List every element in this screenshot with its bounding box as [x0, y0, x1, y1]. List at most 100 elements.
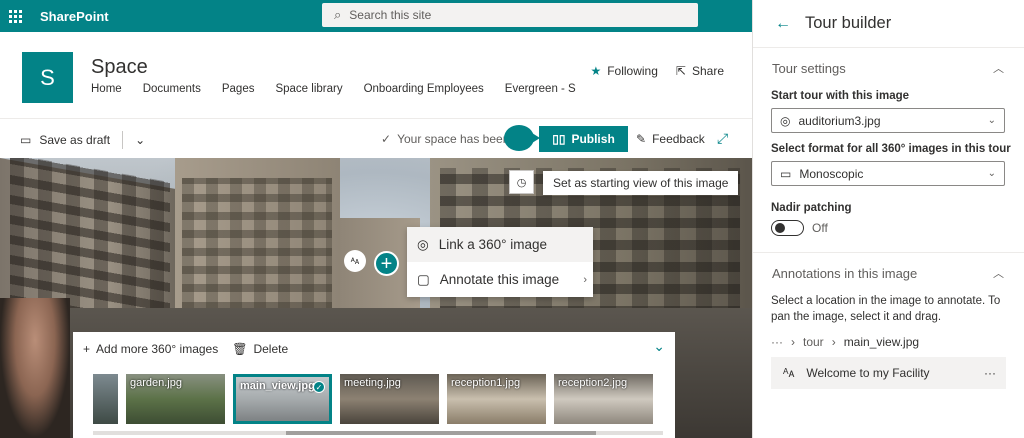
add-more-label: Add more 360° images [96, 342, 219, 356]
save-icon: ▭ [20, 133, 32, 147]
divider [753, 252, 1024, 253]
plus-icon: + [83, 342, 91, 356]
pane-header: ← Tour builder [753, 0, 1024, 48]
delete-button[interactable]: 🗑 Delete [232, 342, 288, 356]
add-more-images-button[interactable]: + Add more 360° images [83, 342, 218, 356]
divider [122, 131, 124, 149]
filmstrip-toolbar: + Add more 360° images 🗑 Delete [83, 342, 288, 356]
breadcrumb-item-tour[interactable]: tour [803, 335, 824, 349]
chevron-down-icon[interactable]: ⌄ [653, 338, 665, 355]
site-title[interactable]: Space [91, 56, 148, 79]
tour-settings-header[interactable]: Tour settings ︿ [753, 50, 1024, 86]
annotation-list-item[interactable]: ᴬᴀ Welcome to my Facility ··· [771, 357, 1006, 389]
checkmark-icon: ✓ [381, 132, 392, 146]
suite-bar: SharePoint ⌕ Search this site [0, 0, 752, 32]
share-button[interactable]: ⇱ Share [676, 64, 724, 78]
book-icon: ▯▯ [552, 132, 566, 146]
person-foreground [0, 298, 70, 438]
checkmark-icon: ✓ [313, 381, 325, 393]
set-start-view-button[interactable]: ◷ [509, 170, 534, 194]
annotation-item-label: Welcome to my Facility [806, 366, 930, 380]
menu-item-annotate[interactable]: ▢ Annotate this image › [407, 262, 593, 297]
back-arrow-icon[interactable]: ← [775, 15, 791, 33]
annotations-header[interactable]: Annotations in this image ︿ [753, 255, 1024, 291]
text-icon: ᴬᴀ [783, 366, 795, 380]
nadir-toggle[interactable] [771, 220, 804, 236]
nadir-state: Off [812, 221, 828, 235]
header-actions: ★ Following ⇱ Share [590, 64, 724, 78]
breadcrumb-overflow[interactable]: ··· [771, 335, 783, 349]
toggle-knob [775, 223, 785, 233]
thumbnail[interactable]: reception1.jpg [447, 374, 546, 424]
chevron-down-icon[interactable]: ⌄ [135, 133, 145, 147]
annotations-help: Select a location in the image to annota… [771, 295, 1001, 323]
tour-settings-label: Tour settings [772, 60, 846, 76]
thumbnail[interactable] [93, 374, 118, 424]
format-dropdown[interactable]: ▭ Monoscopic ⌄ [771, 161, 1005, 186]
nav-item-home[interactable]: Home [91, 83, 122, 95]
clock-icon: ◷ [516, 176, 527, 189]
start-image-dropdown[interactable]: ◎ auditorium3.jpg ⌄ [771, 108, 1005, 133]
chevron-down-icon: ⌄ [987, 115, 996, 126]
start-image-value: auditorium3.jpg [798, 113, 881, 128]
share-label: Share [691, 64, 724, 78]
thumbnail-label: main_view.jpg [240, 380, 315, 392]
share-icon: ⇱ [675, 64, 686, 78]
start-image-label: Start tour with this image [771, 90, 910, 102]
thumbnail[interactable]: reception2.jpg [554, 374, 653, 424]
search-input[interactable]: ⌕ Search this site [322, 3, 698, 27]
site-logo[interactable]: S [22, 52, 73, 103]
status-text: Your space has been [397, 132, 510, 146]
menu-item-link-360[interactable]: ◎ Link a 360° image [407, 227, 593, 262]
nav-item-onboarding[interactable]: Onboarding Employees [364, 83, 484, 95]
search-placeholder: Search this site [349, 8, 432, 22]
thumbnail[interactable]: meeting.jpg [340, 374, 439, 424]
following-button[interactable]: ★ Following [590, 64, 657, 78]
site-nav: Home Documents Pages Space library Onboa… [91, 83, 576, 95]
star-icon: ★ [590, 64, 602, 78]
save-draft-group: ▭ Save as draft ⌄ [20, 131, 145, 149]
nadir-label: Nadir patching [771, 202, 852, 214]
save-draft-button[interactable]: Save as draft [39, 133, 110, 147]
set-start-view-tooltip: Set as starting view of this image [543, 171, 739, 195]
nav-item-evergreen[interactable]: Evergreen - Sta [505, 83, 576, 95]
feedback-button[interactable]: ✎ Feedback [636, 132, 705, 146]
feedback-icon: ✎ [636, 132, 647, 146]
app-launcher-button[interactable] [0, 0, 30, 32]
publish-button[interactable]: ▯▯ Publish [539, 126, 628, 152]
nav-item-pages[interactable]: Pages [222, 83, 255, 95]
feedback-label: Feedback [652, 132, 705, 146]
format-label: Select format for all 360° images in thi… [771, 143, 1011, 155]
annotation-icon: ᴬᴀ [350, 256, 360, 266]
add-hotspot-button[interactable]: + [374, 251, 399, 276]
nav-item-space-library[interactable]: Space library [275, 83, 342, 95]
scrollbar-thumb[interactable] [286, 431, 596, 435]
thumbnail[interactable]: garden.jpg [126, 374, 225, 424]
expand-icon[interactable]: ⤢ [717, 130, 728, 147]
publish-label: Publish [571, 132, 615, 146]
thumbnail-selected[interactable]: main_view.jpg ✓ [233, 374, 332, 424]
thumbnail-strip: garden.jpg main_view.jpg ✓ meeting.jpg r… [93, 374, 663, 426]
more-options-icon[interactable]: ··· [984, 366, 996, 380]
hotspot-context-menu: ◎ Link a 360° image ▢ Annotate this imag… [407, 227, 593, 297]
plus-icon: + [380, 252, 393, 275]
tour-builder-pane: ← Tour builder Tour settings ︿ Start tou… [752, 0, 1024, 438]
nav-item-documents[interactable]: Documents [143, 83, 201, 95]
brand-label[interactable]: SharePoint [40, 9, 109, 24]
breadcrumb-item-current: main_view.jpg [843, 335, 920, 349]
site-header: S Space Home Documents Pages Space libra… [0, 32, 752, 118]
annotation-marker[interactable]: ᴬᴀ [344, 250, 366, 272]
teaching-bubble-pointer [504, 125, 540, 151]
save-status: ✓ Your space has been [381, 132, 509, 146]
horizontal-scrollbar[interactable] [93, 431, 663, 435]
chevron-down-icon: ⌄ [987, 168, 996, 179]
globe-icon: ◎ [780, 113, 791, 128]
delete-label: Delete [253, 342, 289, 356]
chevron-up-icon: ︿ [993, 268, 1004, 280]
nadir-toggle-row: Off [771, 220, 1024, 236]
format-value: Monoscopic [799, 166, 864, 181]
annotations-label: Annotations in this image [772, 265, 918, 281]
chevron-right-icon: › [791, 335, 795, 349]
trash-icon: 🗑 [232, 342, 248, 356]
globe-icon: ◎ [417, 236, 429, 252]
